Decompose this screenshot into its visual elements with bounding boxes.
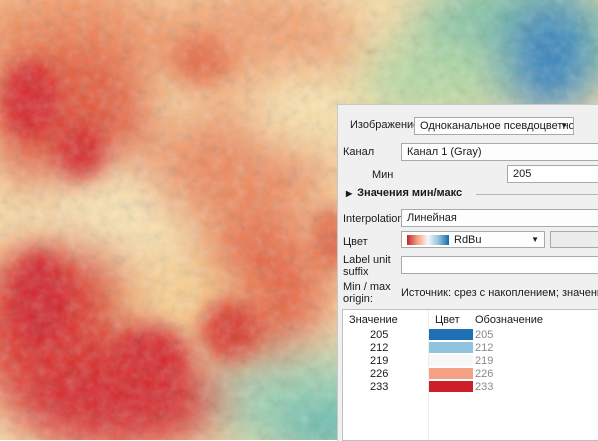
- min-label: Мин: [372, 169, 394, 181]
- min-value: 205: [513, 168, 532, 180]
- color-classes-table[interactable]: Значение Цвет Обозначение 205 205 212 21…: [342, 309, 598, 441]
- row-value: 233: [370, 381, 389, 393]
- expand-triangle-icon: ▶: [346, 189, 353, 198]
- row-color-swatch[interactable]: [429, 342, 473, 353]
- table-row[interactable]: 212 212: [343, 342, 598, 355]
- label-unit-label-2: suffix: [343, 266, 369, 278]
- column-header-value[interactable]: Значение: [349, 314, 398, 326]
- render-type-value: Одноканальное псевдоцветное: [420, 120, 574, 132]
- table-row[interactable]: 233 233: [343, 381, 598, 394]
- row-label: 212: [475, 342, 494, 354]
- row-label: 219: [475, 355, 494, 367]
- interpolation-combo[interactable]: Линейная: [401, 209, 598, 227]
- color-ramp-preview: [407, 235, 449, 245]
- interpolation-label: Interpolation: [343, 213, 404, 225]
- interpolation-value: Линейная: [407, 212, 457, 224]
- row-color-swatch[interactable]: [429, 329, 473, 340]
- row-color-swatch[interactable]: [429, 381, 473, 392]
- row-label: 226: [475, 368, 494, 380]
- label-unit-label-1: Label unit: [343, 254, 391, 266]
- render-type-combo[interactable]: Одноканальное псевдоцветное ▼: [414, 117, 574, 135]
- row-value: 226: [370, 368, 389, 380]
- column-header-color[interactable]: Цвет: [435, 314, 460, 326]
- symbology-panel: Изображение Одноканальное псевдоцветное …: [337, 104, 598, 441]
- minmax-section-title: Значения мин/макс: [357, 187, 463, 199]
- row-label: 205: [475, 329, 494, 341]
- column-header-label[interactable]: Обозначение: [475, 314, 543, 326]
- band-combo[interactable]: Канал 1 (Gray): [401, 143, 598, 161]
- row-color-swatch[interactable]: [429, 368, 473, 379]
- table-row[interactable]: 226 226: [343, 368, 598, 381]
- render-type-label: Изображение: [350, 119, 420, 131]
- row-value: 212: [370, 342, 389, 354]
- minmax-origin-value: Источник: срез с накоплением; значения: …: [401, 287, 598, 299]
- min-field[interactable]: 205: [507, 165, 598, 183]
- chevron-down-icon: ▼: [531, 235, 539, 244]
- chevron-down-icon: ▼: [560, 121, 568, 130]
- color-label: Цвет: [343, 236, 368, 248]
- minmax-section-toggle[interactable]: ▶ Значения мин/макс: [346, 187, 462, 199]
- table-row[interactable]: 219 219: [343, 355, 598, 368]
- label-unit-suffix-input[interactable]: [401, 256, 598, 274]
- row-color-swatch[interactable]: [429, 355, 473, 366]
- color-ramp-combo[interactable]: RdBu ▼: [401, 231, 545, 248]
- row-label: 233: [475, 381, 494, 393]
- minmax-origin-label-1: Min / max: [343, 281, 391, 293]
- band-label: Канал: [343, 146, 375, 158]
- color-ramp-button[interactable]: [550, 231, 598, 248]
- band-value: Канал 1 (Gray): [407, 146, 482, 158]
- color-ramp-name: RdBu: [454, 234, 482, 246]
- minmax-origin-label-2: origin:: [343, 293, 373, 305]
- section-divider: [476, 194, 598, 195]
- table-row[interactable]: 205 205: [343, 329, 598, 342]
- row-value: 219: [370, 355, 389, 367]
- row-value: 205: [370, 329, 389, 341]
